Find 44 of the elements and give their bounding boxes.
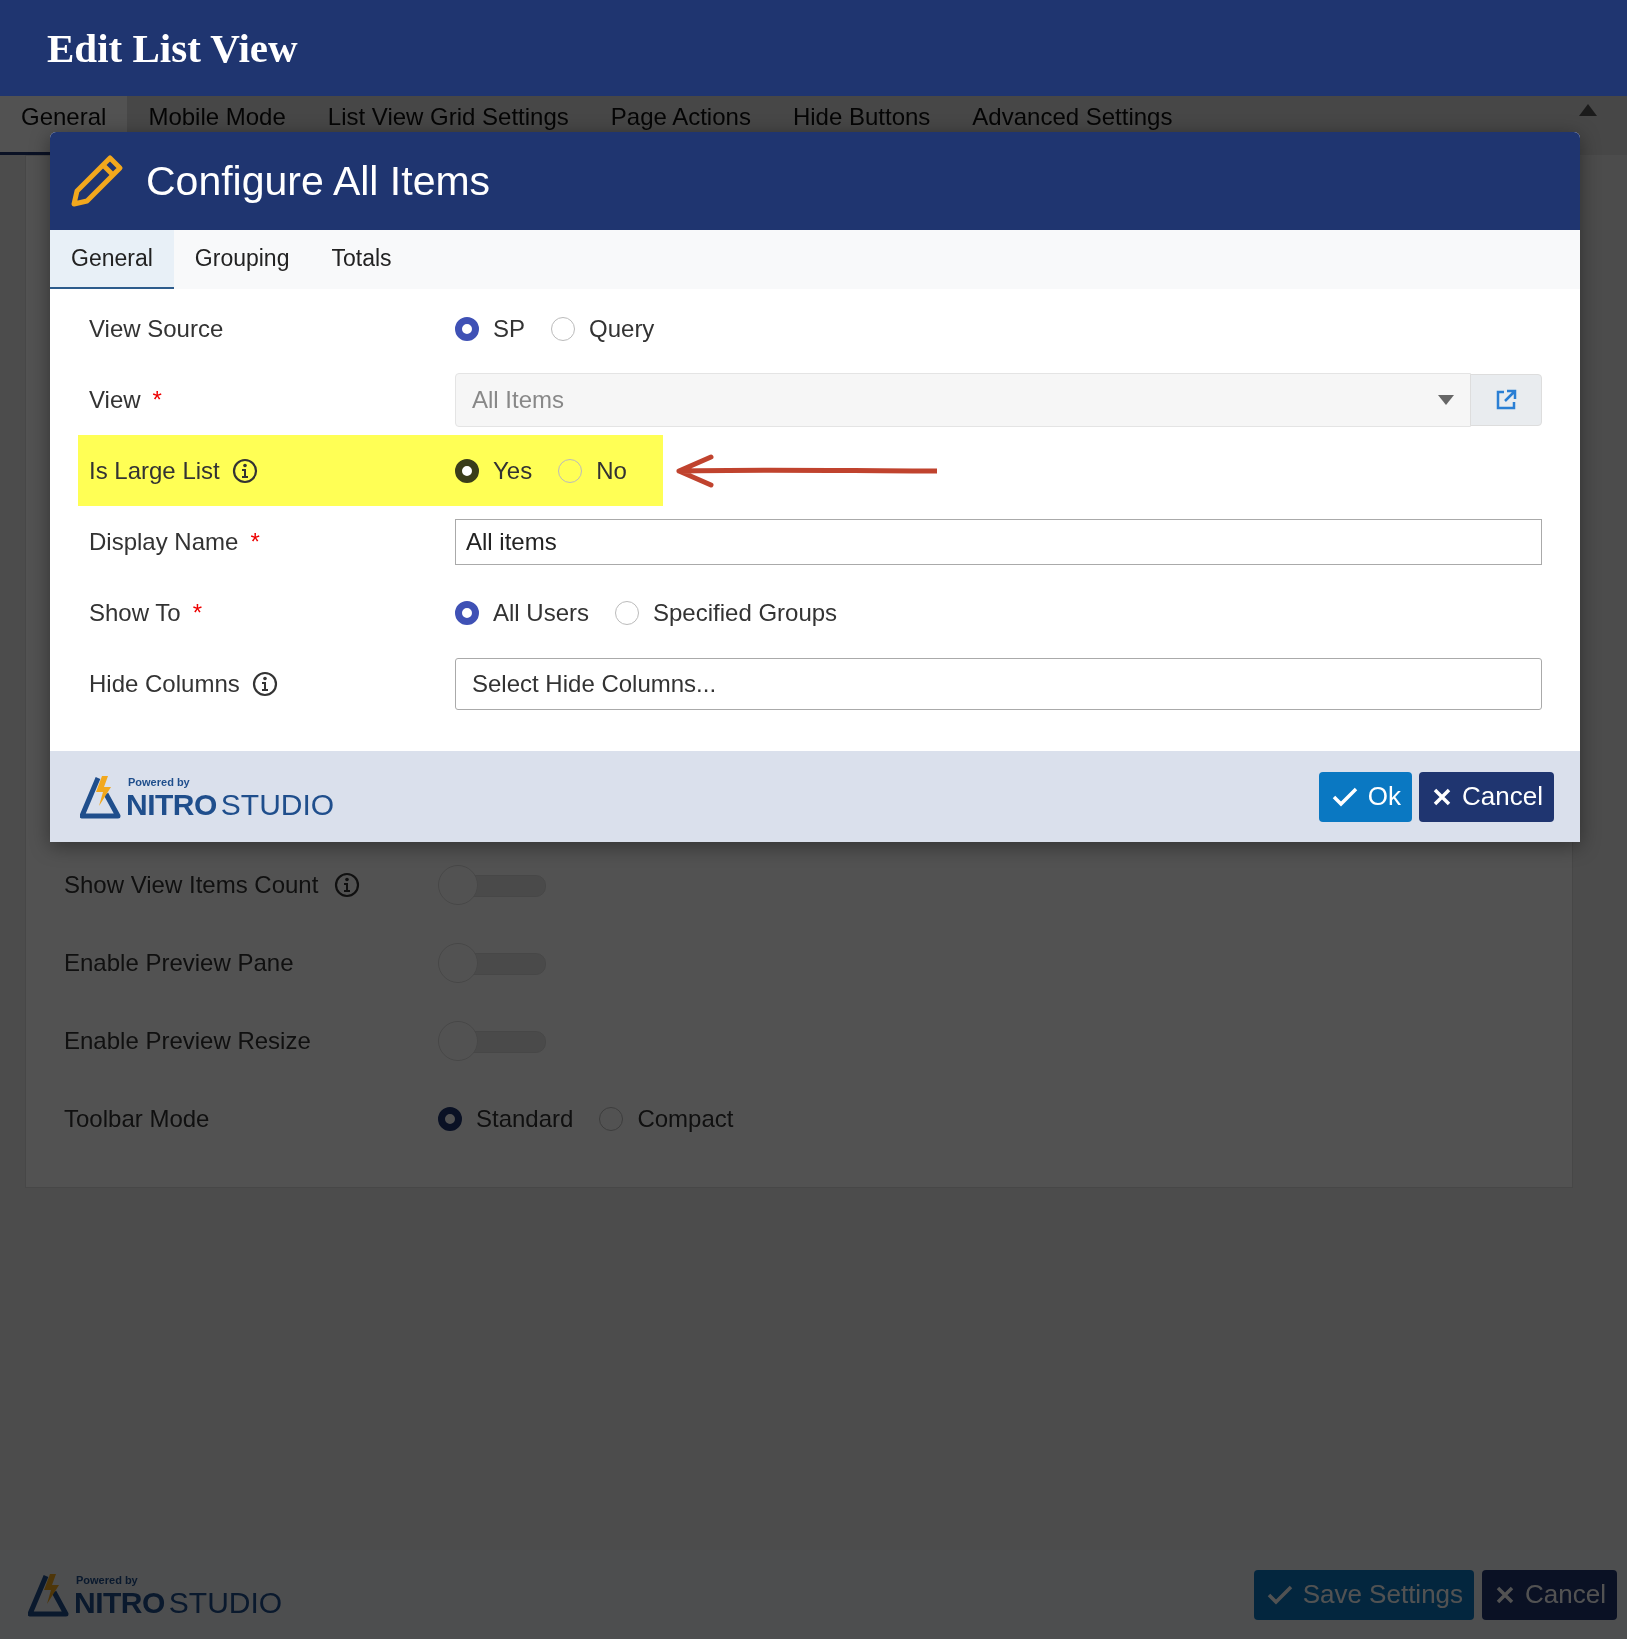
radio-button[interactable]: All Users: [455, 598, 589, 627]
setting-label: Enable Preview Pane: [64, 949, 294, 977]
page-title: Edit List View: [47, 24, 298, 72]
tab[interactable]: Totals: [310, 230, 413, 289]
required-mark: *: [152, 385, 162, 414]
setting-label: Show View Items Count: [64, 871, 319, 899]
setting-label: Enable Preview Resize: [64, 1027, 311, 1055]
external-link-icon: [1495, 388, 1517, 411]
check-icon: [1331, 785, 1358, 808]
field-label: View: [89, 385, 141, 414]
radio-button[interactable]: Query: [551, 314, 655, 343]
pencil-icon: [70, 154, 124, 208]
logo-caption: Powered by: [76, 1574, 139, 1586]
field-label: Hide Columns: [89, 669, 240, 698]
ok-button[interactable]: Ok: [1318, 771, 1413, 822]
multiselect-field[interactable]: Select Hide Columns...: [455, 657, 1542, 710]
logo-brand: NITRO: [74, 1585, 165, 1619]
field-label: Is Large List: [89, 456, 220, 485]
logo-product: STUDIO: [220, 787, 335, 821]
caret-icon: [1438, 394, 1454, 405]
dialog-title: Configure All Items: [146, 157, 491, 205]
required-mark: *: [250, 527, 260, 556]
close-icon: [1432, 786, 1453, 807]
field-label: View Source: [89, 314, 224, 343]
field-label: Display Name: [89, 527, 239, 556]
logo-brand: NITRO: [126, 787, 217, 821]
radio-button[interactable]: Yes: [455, 456, 533, 485]
setting-label: Toolbar Mode: [64, 1105, 210, 1133]
cancel-button[interactable]: Cancel: [1419, 771, 1554, 822]
check-icon: [1266, 1583, 1293, 1606]
tab[interactable]: Grouping: [173, 230, 311, 289]
required-mark: *: [192, 598, 202, 627]
logo-product: STUDIO: [168, 1585, 283, 1619]
field-label: Show To: [89, 598, 181, 627]
text-input[interactable]: All items: [455, 518, 1542, 565]
logo-icon: [80, 773, 122, 820]
tab[interactable]: General: [50, 230, 174, 289]
radio-button[interactable]: SP: [455, 314, 525, 343]
logo-icon: [28, 1571, 70, 1618]
close-icon: [1495, 1584, 1516, 1605]
logo-caption: Powered by: [128, 776, 191, 788]
radio-button[interactable]: Specified Groups: [615, 598, 838, 627]
scroll-up-icon[interactable]: [1579, 104, 1597, 116]
radio-button[interactable]: No: [558, 456, 627, 485]
